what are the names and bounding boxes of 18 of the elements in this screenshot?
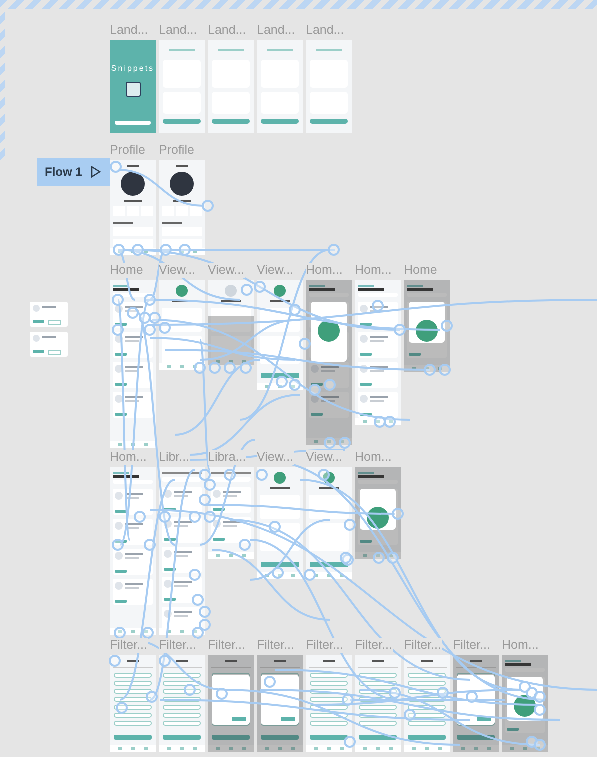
app-name: Snippets [110,64,156,73]
card-component-drawing [30,302,68,327]
play-icon [91,166,102,178]
frame-title: Filter... [404,638,442,653]
frame-title: Home [110,263,144,278]
frame-title: Filter... [110,638,148,653]
card-component-drawing [30,332,68,357]
frame-title: Filter... [159,638,197,653]
frame-title: Libra... [208,450,246,465]
logo-icon [126,82,141,97]
frame-title: View... [208,263,245,278]
frame-title: Libr... [159,450,190,465]
flow-start-label[interactable]: Flow 1 [37,158,110,186]
frame-title: Filter... [355,638,393,653]
frame-title: View... [159,263,196,278]
frame-title: Filter... [306,638,344,653]
frame-title: Hom... [110,450,147,465]
frame-title: View... [257,450,294,465]
